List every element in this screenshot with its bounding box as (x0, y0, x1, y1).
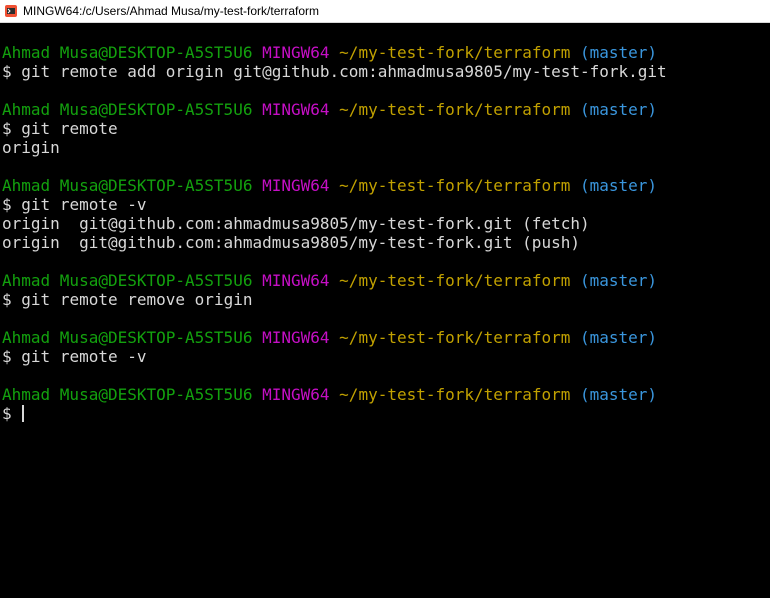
prompt-host: MINGW64 (262, 385, 330, 404)
prompt-user: Ahmad Musa@DESKTOP-A5ST5U6 (2, 43, 253, 62)
output-line: origin (2, 138, 60, 157)
prompt-symbol: $ (2, 119, 12, 138)
prompt-line: Ahmad Musa@DESKTOP-A5ST5U6 MINGW64 ~/my-… (2, 43, 768, 62)
prompt-branch: (master) (580, 328, 658, 347)
prompt-host: MINGW64 (262, 328, 330, 347)
prompt-symbol: $ (2, 290, 12, 309)
output-line: origin git@github.com:ahmadmusa9805/my-t… (2, 233, 580, 252)
command-line: $ git remote remove origin (2, 290, 768, 309)
command-line: $ git remote add origin git@github.com:a… (2, 62, 768, 81)
prompt-user: Ahmad Musa@DESKTOP-A5ST5U6 (2, 176, 253, 195)
prompt-branch: (master) (580, 176, 658, 195)
prompt-symbol: $ (2, 347, 12, 366)
prompt-host: MINGW64 (262, 100, 330, 119)
prompt-line: Ahmad Musa@DESKTOP-A5ST5U6 MINGW64 ~/my-… (2, 271, 768, 290)
prompt-branch: (master) (580, 271, 658, 290)
prompt-path: ~/my-test-fork/terraform (339, 176, 571, 195)
prompt-host: MINGW64 (262, 176, 330, 195)
prompt-path: ~/my-test-fork/terraform (339, 328, 571, 347)
command-text: git remote -v (21, 347, 147, 366)
terminal-output[interactable]: Ahmad Musa@DESKTOP-A5ST5U6 MINGW64 ~/my-… (2, 43, 768, 593)
window-title-bar[interactable]: MINGW64:/c/Users/Ahmad Musa/my-test-fork… (0, 0, 770, 23)
command-line: $ git remote -v (2, 195, 768, 214)
command-line: $ git remote -v (2, 347, 768, 366)
prompt-user: Ahmad Musa@DESKTOP-A5ST5U6 (2, 271, 253, 290)
command-text: git remote -v (21, 195, 147, 214)
command-text: git remote (21, 119, 118, 138)
prompt-symbol: $ (2, 195, 12, 214)
command-text: git remote add origin git@github.com:ahm… (21, 62, 667, 81)
command-text: git remote remove origin (21, 290, 253, 309)
prompt-branch: (master) (580, 43, 658, 62)
prompt-branch: (master) (580, 385, 658, 404)
prompt-path: ~/my-test-fork/terraform (339, 43, 571, 62)
prompt-path: ~/my-test-fork/terraform (339, 100, 571, 119)
prompt-host: MINGW64 (262, 43, 330, 62)
prompt-line: Ahmad Musa@DESKTOP-A5ST5U6 MINGW64 ~/my-… (2, 385, 768, 404)
prompt-path: ~/my-test-fork/terraform (339, 271, 571, 290)
command-line: $ git remote (2, 119, 768, 138)
git-bash-icon (5, 5, 17, 17)
prompt-symbol: $ (2, 62, 12, 81)
prompt-user: Ahmad Musa@DESKTOP-A5ST5U6 (2, 328, 253, 347)
prompt-host: MINGW64 (262, 271, 330, 290)
prompt-line: Ahmad Musa@DESKTOP-A5ST5U6 MINGW64 ~/my-… (2, 176, 768, 195)
output-line: origin git@github.com:ahmadmusa9805/my-t… (2, 214, 590, 233)
prompt-symbol: $ (2, 404, 12, 423)
text-cursor (22, 405, 25, 422)
prompt-user: Ahmad Musa@DESKTOP-A5ST5U6 (2, 100, 253, 119)
prompt-user: Ahmad Musa@DESKTOP-A5ST5U6 (2, 385, 253, 404)
window-title: MINGW64:/c/Users/Ahmad Musa/my-test-fork… (23, 4, 320, 18)
prompt-branch: (master) (580, 100, 658, 119)
prompt-path: ~/my-test-fork/terraform (339, 385, 571, 404)
prompt-line: Ahmad Musa@DESKTOP-A5ST5U6 MINGW64 ~/my-… (2, 100, 768, 119)
active-command-line[interactable]: $ (2, 404, 768, 423)
prompt-line: Ahmad Musa@DESKTOP-A5ST5U6 MINGW64 ~/my-… (2, 328, 768, 347)
